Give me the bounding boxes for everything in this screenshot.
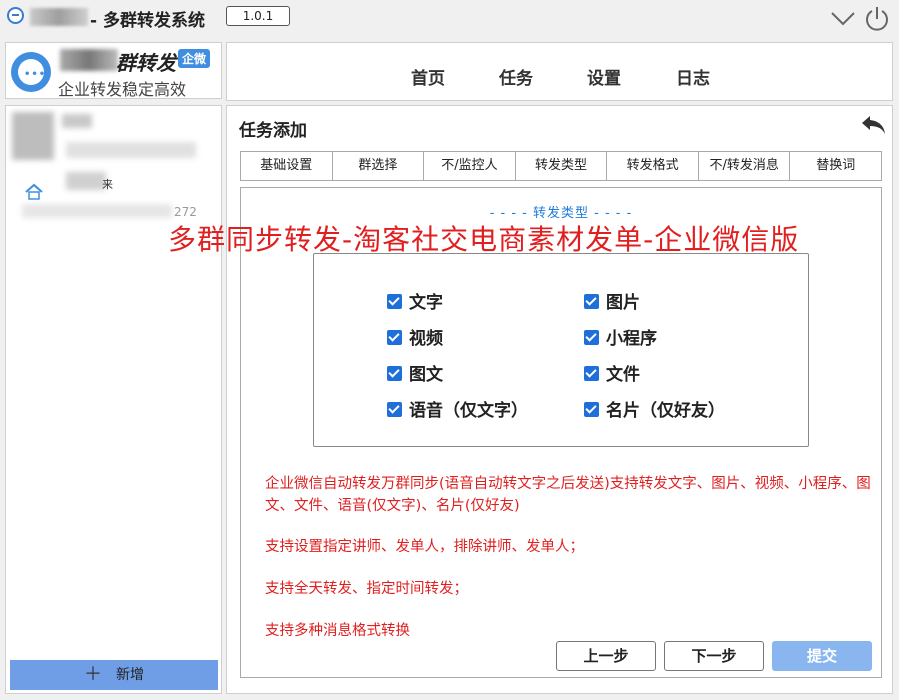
option-file[interactable]: 文件 bbox=[584, 360, 640, 385]
contact-number: 272 bbox=[174, 205, 197, 219]
forward-type-options: 文字 图片 视频 小程序 图文 文件 语音（仅文字） 名片（仅好友） bbox=[313, 253, 809, 447]
version-badge: 1.0.1 bbox=[226, 6, 290, 26]
brand-slogan: 企业转发稳定高效 bbox=[58, 80, 187, 99]
chat-bubble-icon: ••• bbox=[11, 52, 51, 92]
back-arrow-icon[interactable] bbox=[859, 113, 887, 137]
plus-icon: ＋ bbox=[84, 664, 102, 685]
description-line: 支持多种消息格式转换 bbox=[265, 623, 410, 639]
redacted-text bbox=[66, 172, 106, 190]
tab-replace-words[interactable]: 替换词 bbox=[790, 152, 881, 180]
checkbox-checked-icon[interactable] bbox=[387, 330, 402, 345]
checkbox-checked-icon[interactable] bbox=[387, 294, 402, 309]
tab-forward-format[interactable]: 转发格式 bbox=[607, 152, 699, 180]
checkbox-checked-icon[interactable] bbox=[584, 294, 599, 309]
checkbox-checked-icon[interactable] bbox=[584, 366, 599, 381]
checkbox-checked-icon[interactable] bbox=[584, 330, 599, 345]
brand-panel: ••• 群转发 企微 企业转发稳定高效 bbox=[5, 42, 222, 99]
chevron-down-icon[interactable] bbox=[830, 7, 856, 29]
brand-name: 群转发 bbox=[116, 51, 176, 75]
add-button[interactable]: ＋ 新增 bbox=[10, 660, 218, 690]
contacts-panel: 来 272 ＋ 新增 bbox=[5, 105, 222, 694]
promo-title: 多群同步转发-淘客社交电商素材发单-企业微信版 bbox=[168, 223, 800, 256]
nav-home[interactable]: 首页 bbox=[411, 64, 445, 89]
description-line: 支持全天转发、指定时间转发； bbox=[265, 581, 468, 597]
option-text[interactable]: 文字 bbox=[387, 288, 443, 313]
description-line: 企业微信自动转发万群同步(语音自动转文字之后发送)支持转发文字、图片、视频、小程… bbox=[265, 476, 871, 514]
option-mini-program[interactable]: 小程序 bbox=[584, 324, 657, 349]
brand-redacted bbox=[60, 49, 118, 71]
tab-group-select[interactable]: 群选择 bbox=[333, 152, 425, 180]
option-image[interactable]: 图片 bbox=[584, 288, 640, 313]
brand-badge: 企微 bbox=[178, 49, 211, 68]
nav-logs[interactable]: 日志 bbox=[676, 64, 710, 89]
app-icon bbox=[7, 7, 24, 24]
tab-monitor-people[interactable]: 不/监控人 bbox=[424, 152, 516, 180]
option-rich-text[interactable]: 图文 bbox=[387, 360, 443, 385]
checkbox-checked-icon[interactable] bbox=[584, 402, 599, 417]
tab-forward-type[interactable]: 转发类型 bbox=[516, 152, 608, 180]
title-redacted bbox=[30, 8, 88, 26]
home-icon[interactable] bbox=[24, 182, 44, 200]
tab-forward-messages[interactable]: 不/转发消息 bbox=[699, 152, 791, 180]
task-panel: 任务添加 基础设置 群选择 不/监控人 转发类型 转发格式 不/转发消息 替换词… bbox=[168, 105, 893, 694]
checkbox-checked-icon[interactable] bbox=[387, 366, 402, 381]
tab-basic-settings[interactable]: 基础设置 bbox=[241, 152, 333, 180]
redacted-avatar bbox=[12, 112, 54, 160]
redacted-text bbox=[22, 204, 172, 218]
option-video[interactable]: 视频 bbox=[387, 324, 443, 349]
forward-type-content: - - - - 转发类型 - - - - 多群同步转发-淘客社交电商素材发单-企… bbox=[168, 187, 882, 678]
title-bar: - 多群转发系统 1.0.1 bbox=[0, 0, 899, 38]
power-icon[interactable] bbox=[864, 5, 890, 33]
redacted-text bbox=[62, 114, 92, 128]
checkbox-checked-icon[interactable] bbox=[387, 402, 402, 417]
top-nav: 首页 任务 设置 日志 bbox=[226, 42, 893, 101]
app-title: - 多群转发系统 bbox=[90, 11, 205, 31]
description-line: 支持设置指定讲师、发单人，排除讲师、发单人； bbox=[265, 539, 584, 555]
option-business-card[interactable]: 名片（仅好友） bbox=[584, 396, 725, 421]
nav-tasks[interactable]: 任务 bbox=[499, 64, 533, 89]
option-voice[interactable]: 语音（仅文字） bbox=[387, 396, 528, 421]
add-button-label: 新增 bbox=[116, 667, 144, 683]
contact-fragment: 来 bbox=[102, 178, 113, 191]
next-button[interactable]: 下一步 bbox=[664, 641, 764, 671]
page-title: 任务添加 bbox=[239, 121, 307, 141]
nav-settings[interactable]: 设置 bbox=[587, 64, 621, 89]
step-tabs: 基础设置 群选择 不/监控人 转发类型 转发格式 不/转发消息 替换词 bbox=[240, 151, 882, 181]
redacted-text bbox=[66, 142, 196, 158]
submit-button[interactable]: 提交 bbox=[772, 641, 872, 671]
prev-button[interactable]: 上一步 bbox=[556, 641, 656, 671]
